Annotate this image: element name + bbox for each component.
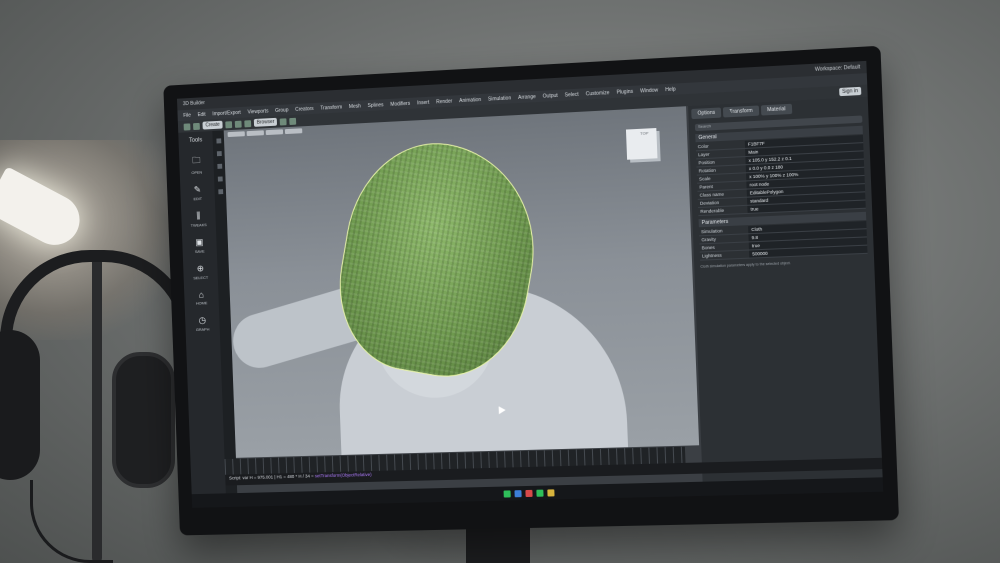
- taskbar-app-icon[interactable]: [547, 489, 554, 496]
- menu-item[interactable]: Splines: [367, 102, 383, 109]
- menu-item[interactable]: Transform: [320, 104, 342, 111]
- properties-tab[interactable]: Material: [761, 104, 792, 116]
- menu-item[interactable]: File: [183, 112, 191, 118]
- taskbar-app-icon[interactable]: [503, 490, 510, 497]
- strip-tool-icon[interactable]: [217, 176, 222, 181]
- 3d-viewport[interactable]: TOP: [224, 106, 699, 458]
- main-area: Tools 🗀 OPEN ✎ EDIT ⫼ TWEAKS ▣ SAVE ⊕ SELECT ⌂ HOME…: [178, 97, 883, 508]
- menu-item[interactable]: Help: [665, 86, 676, 93]
- menu-item[interactable]: Simulation: [488, 95, 511, 102]
- menu-item[interactable]: Window: [640, 87, 658, 94]
- save-icon: ▣: [182, 236, 216, 248]
- headphones-left-cup: [0, 330, 40, 480]
- menu-item[interactable]: Edit: [197, 111, 205, 117]
- tool-label: TWEAKS: [182, 222, 216, 228]
- properties-tab[interactable]: Transform: [723, 105, 759, 117]
- folder-icon: 🗀: [179, 152, 214, 169]
- home-icon: ⌂: [184, 289, 218, 300]
- properties-tab[interactable]: Options: [691, 107, 721, 119]
- app-title: 3D Builder: [183, 100, 205, 107]
- tool-label: HOME: [185, 300, 219, 306]
- screen: 3D Builder Workspace: Default File Edit Im…: [177, 61, 883, 508]
- viewport-tab[interactable]: [228, 131, 245, 137]
- create-button[interactable]: Create: [202, 121, 222, 130]
- rotate-icon[interactable]: [235, 120, 242, 127]
- menu-item[interactable]: Viewports: [247, 108, 268, 115]
- tool-button[interactable]: ◷ GRAPH: [185, 315, 220, 333]
- snap-icon[interactable]: [280, 118, 287, 125]
- tool-button[interactable]: ⫼ TWEAKS: [181, 210, 216, 228]
- menu-item[interactable]: Render: [436, 98, 452, 105]
- properties-panel: Options Transform Material Search General …: [688, 97, 883, 496]
- viewport-tab[interactable]: [266, 129, 283, 135]
- tools-title: Tools: [178, 131, 212, 144]
- render-icon[interactable]: [290, 117, 297, 124]
- taskbar-app-icon[interactable]: [525, 489, 532, 496]
- navigation-cube-label: TOP: [640, 130, 648, 135]
- menu-item[interactable]: Insert: [417, 99, 429, 106]
- strip-tool-icon[interactable]: [217, 164, 222, 169]
- clock-icon: ◷: [185, 315, 219, 327]
- tool-label: SAVE: [183, 248, 217, 254]
- edit-icon: ✎: [180, 184, 214, 196]
- redo-icon[interactable]: [193, 122, 200, 129]
- sign-in-button[interactable]: Sign in: [839, 87, 862, 96]
- sliders-icon: ⫼: [181, 210, 215, 222]
- undo-icon[interactable]: [184, 123, 191, 130]
- strip-tool-icon[interactable]: [216, 151, 221, 156]
- browser-button[interactable]: Browser: [254, 118, 278, 127]
- menu-item[interactable]: Import/Export: [212, 109, 241, 116]
- headphones-right-cup: [112, 352, 175, 488]
- taskbar-app-icon[interactable]: [536, 489, 543, 496]
- taskbar-app-icon[interactable]: [514, 490, 521, 497]
- viewport-tab[interactable]: [247, 130, 264, 136]
- menu-item[interactable]: Animation: [459, 97, 481, 104]
- menu-item[interactable]: Creators: [295, 106, 314, 113]
- select-icon: ⊕: [183, 263, 217, 275]
- viewport-tab[interactable]: [285, 128, 302, 134]
- property-key: Lightness: [700, 251, 749, 260]
- viewport-tabs: [228, 128, 303, 137]
- tool-button[interactable]: ▣ SAVE: [182, 236, 217, 254]
- move-icon[interactable]: [225, 121, 232, 128]
- tool-label: EDIT: [181, 195, 215, 201]
- tool-button[interactable]: ✎ EDIT: [180, 184, 215, 202]
- tool-button[interactable]: ⊕ SELECT: [183, 263, 218, 281]
- menu-item[interactable]: Arrange: [518, 94, 536, 101]
- menu-item[interactable]: Mesh: [349, 103, 361, 110]
- menu-item[interactable]: Group: [275, 107, 289, 114]
- menu-item[interactable]: Plugins: [616, 88, 633, 95]
- menu-item[interactable]: Modifiers: [390, 100, 410, 107]
- tool-button[interactable]: ⌂ HOME: [184, 289, 219, 306]
- menu-item[interactable]: Customize: [586, 90, 610, 97]
- command-highlight: setTransform(ObjectRelative): [315, 472, 372, 478]
- menu-item[interactable]: Output: [543, 92, 558, 99]
- workspace-selector[interactable]: Workspace: Default: [815, 64, 861, 73]
- scale-icon[interactable]: [244, 120, 251, 127]
- strip-tool-icon[interactable]: [216, 138, 221, 143]
- strip-tool-icon[interactable]: [218, 189, 223, 194]
- tool-button[interactable]: 🗀 OPEN: [179, 152, 214, 175]
- property-key: Renderable: [698, 206, 747, 215]
- tool-label: GRAPH: [186, 326, 220, 332]
- tool-label: SELECT: [184, 274, 218, 280]
- tool-label: OPEN: [180, 169, 214, 176]
- command-text: Script: var H = 975.001 | H1 = 480 * H /…: [229, 473, 314, 480]
- menu-item[interactable]: Select: [565, 91, 579, 98]
- monitor: 3D Builder Workspace: Default File Edit Im…: [163, 46, 899, 536]
